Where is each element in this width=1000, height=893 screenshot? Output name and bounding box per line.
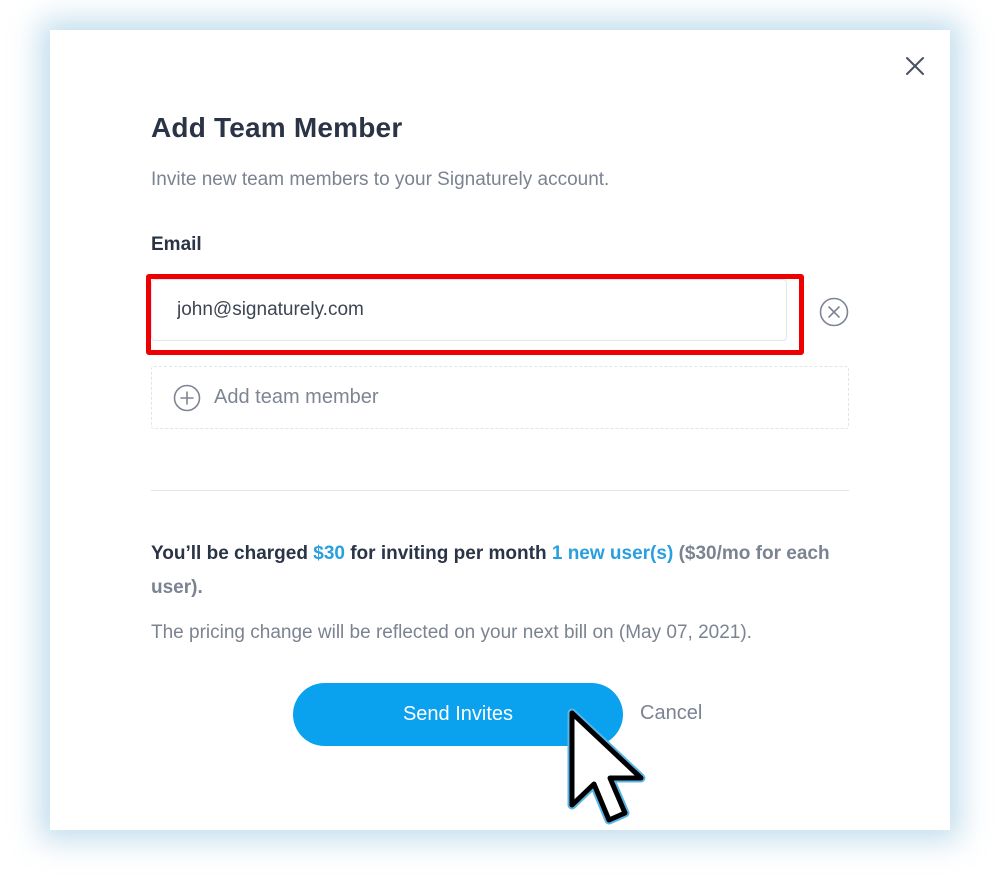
circle-x-icon[interactable] xyxy=(818,296,850,328)
send-invites-button[interactable]: Send Invites xyxy=(293,683,623,746)
charge-prefix: You’ll be charged xyxy=(151,543,308,564)
charge-amount: $30 xyxy=(313,543,345,564)
add-team-member-label: Add team member xyxy=(214,386,379,408)
circle-plus-icon xyxy=(172,383,202,413)
modal-subtitle: Invite new team members to your Signatur… xyxy=(151,169,610,190)
cancel-button[interactable]: Cancel xyxy=(640,702,702,725)
modal-title: Add Team Member xyxy=(151,112,403,143)
charge-summary: You’ll be charged $30 for inviting per m… xyxy=(151,537,871,605)
close-icon[interactable] xyxy=(901,52,929,80)
pricing-note: The pricing change will be reflected on … xyxy=(151,622,752,643)
divider xyxy=(151,490,849,491)
email-label: Email xyxy=(151,234,202,255)
add-team-member-button[interactable]: Add team member xyxy=(151,366,849,429)
new-users-count: 1 new user(s) xyxy=(551,543,674,564)
email-field[interactable] xyxy=(151,279,787,341)
add-team-member-modal: Add Team Member Invite new team members … xyxy=(50,30,950,830)
charge-middle: for inviting per month xyxy=(350,543,547,564)
